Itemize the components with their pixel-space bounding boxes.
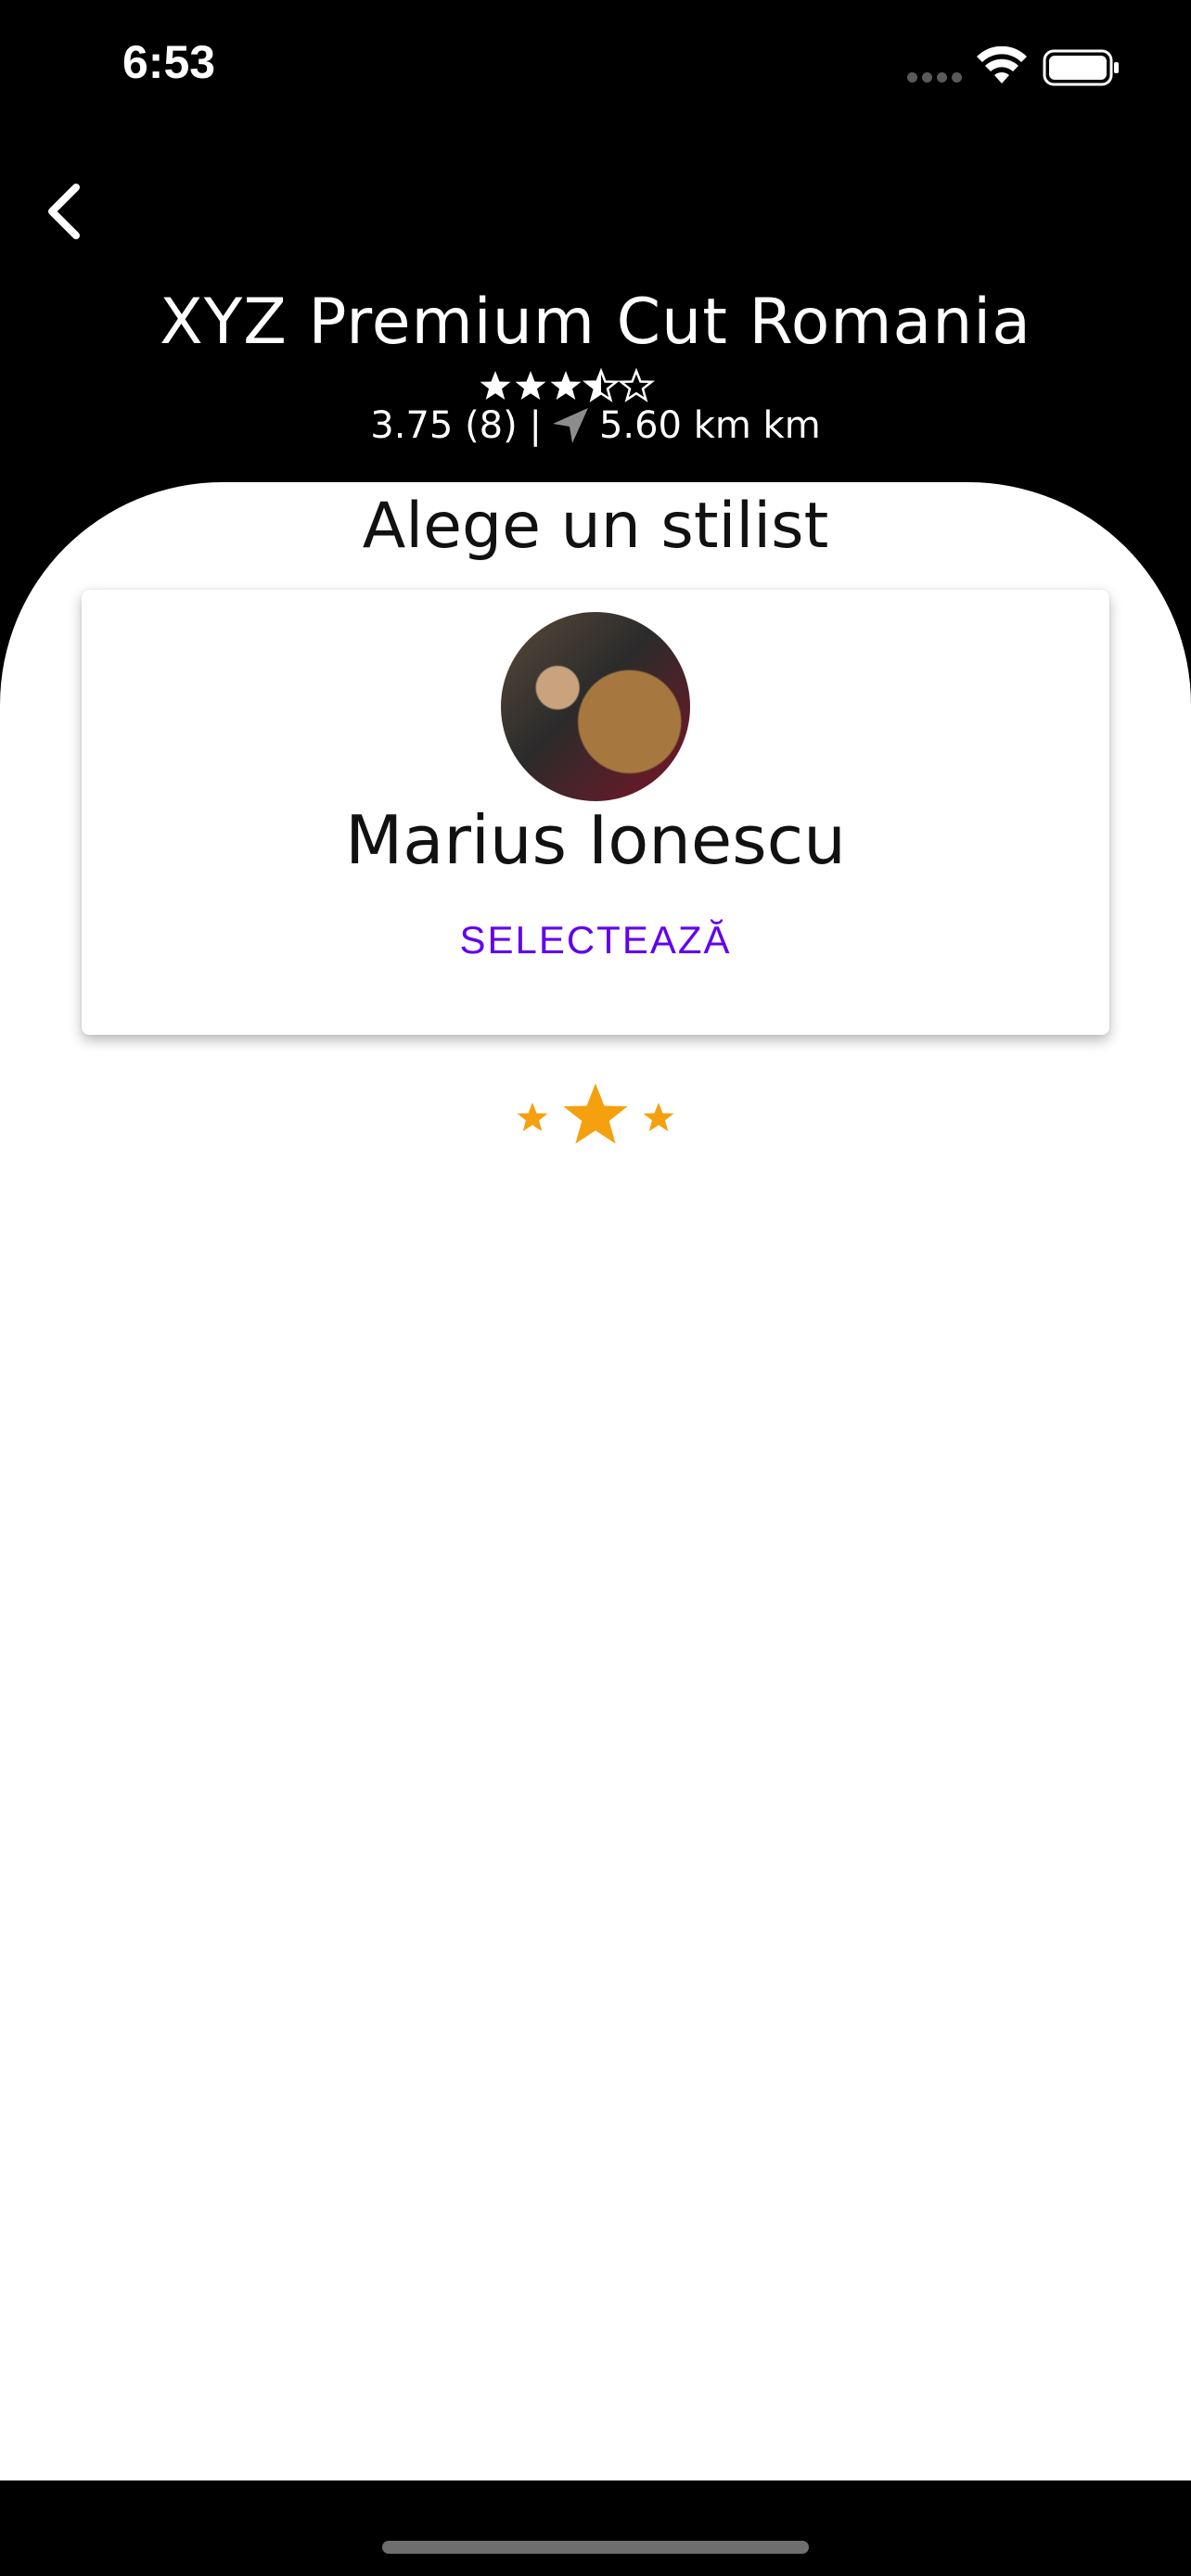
shop-rating-stars (480, 369, 653, 402)
battery-icon (1043, 49, 1119, 86)
stylist-card[interactable]: Marius Ionescu SELECTEAZĂ (82, 590, 1109, 1035)
shop-meta: 3.75 (8) | 5.60 km km (0, 404, 1191, 447)
home-indicator-area (0, 2480, 1191, 2576)
loading-stars-indicator (517, 1083, 674, 1144)
stylist-name: Marius Ionescu (345, 801, 846, 879)
back-button[interactable] (33, 172, 100, 247)
wifi-icon (977, 46, 1027, 83)
select-stylist-button[interactable]: SELECTEAZĂ (82, 918, 1109, 963)
cellular-signal-icon (907, 72, 963, 83)
star-empty-icon (620, 369, 653, 402)
star-icon (643, 1103, 674, 1131)
star-icon (517, 1103, 548, 1131)
rating-count: 3.75 (8) | (370, 404, 542, 447)
star-full-icon (480, 371, 511, 400)
section-title: Alege un stilist (362, 490, 829, 563)
star-full-icon (550, 371, 582, 400)
star-icon (563, 1083, 628, 1144)
status-time: 6:53 (122, 36, 216, 88)
distance-text: 5.60 km km (598, 404, 821, 447)
status-bar: 6:53 (0, 0, 1191, 139)
chevron-left-icon (48, 184, 80, 239)
star-full-icon (515, 371, 546, 400)
star-half-icon (584, 369, 618, 402)
home-indicator[interactable] (382, 2541, 809, 2554)
location-arrow-icon (552, 408, 588, 443)
stylist-avatar (501, 612, 690, 801)
shop-name: XYZ Premium Cut Romania (160, 286, 1031, 359)
